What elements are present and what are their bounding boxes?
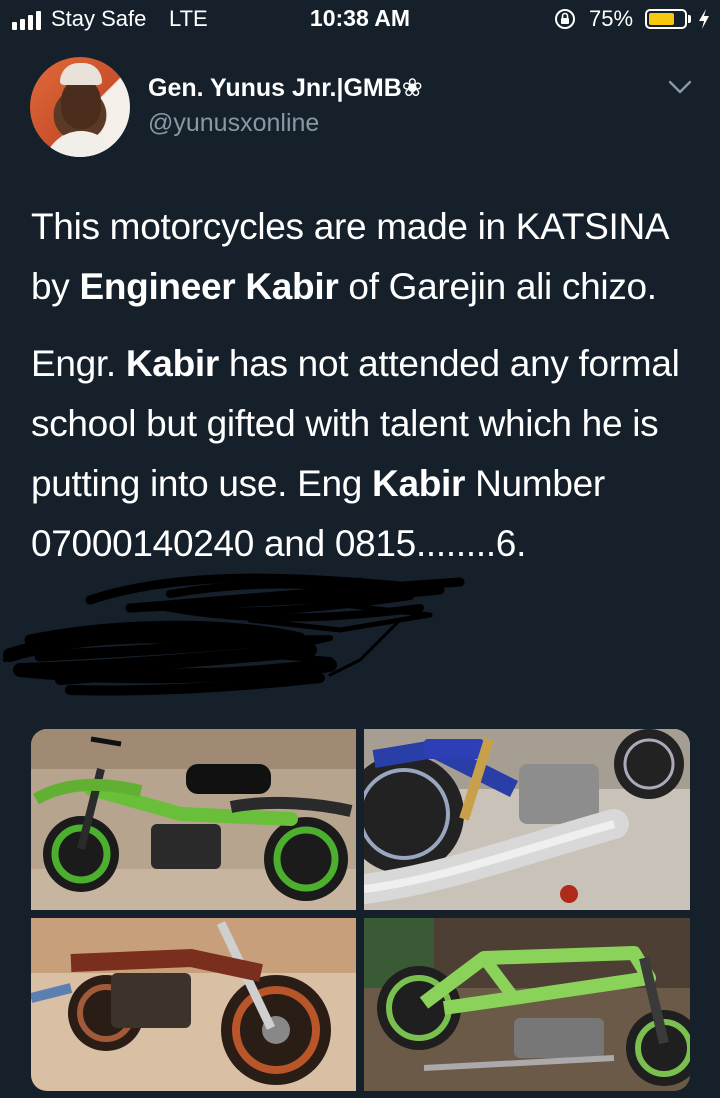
bold-name: Kabir: [125, 343, 219, 384]
media-photo-green-frame[interactable]: [364, 918, 690, 1091]
avatar[interactable]: [30, 57, 130, 157]
bold-name: Engineer Kabir: [79, 266, 339, 307]
tweet-paragraph-2: Engr. Kabir has not attended any formal …: [31, 343, 680, 564]
tweet-paragraph-1: This motorcycles are made in KATSINA by …: [31, 206, 668, 307]
author-display-name[interactable]: Gen. Yunus Jnr.|GMB❀: [148, 73, 423, 103]
bold-name: Kabir: [372, 463, 466, 504]
battery-cap: [688, 15, 691, 23]
battery-level-fill: [649, 13, 674, 25]
tweet-media-grid[interactable]: [31, 729, 690, 1091]
status-bar: Stay Safe LTE 10:38 AM 75%: [0, 0, 720, 40]
media-photo-green-motorcycle[interactable]: [31, 729, 356, 910]
battery-percent: 75%: [589, 6, 634, 31]
author-handle[interactable]: @yunusxonline: [148, 109, 319, 138]
media-photo-blue-motorcycle[interactable]: [364, 729, 690, 910]
media-photo-orange-motorcycle[interactable]: [31, 918, 356, 1091]
battery-icon: [645, 9, 687, 29]
tweet-text: This motorcycles are made in KATSINA by …: [31, 197, 701, 574]
orientation-lock-icon: [555, 9, 575, 29]
chevron-down-icon[interactable]: [667, 78, 693, 96]
redaction-scribble: [3, 573, 465, 696]
charging-bolt-icon: [699, 9, 709, 29]
